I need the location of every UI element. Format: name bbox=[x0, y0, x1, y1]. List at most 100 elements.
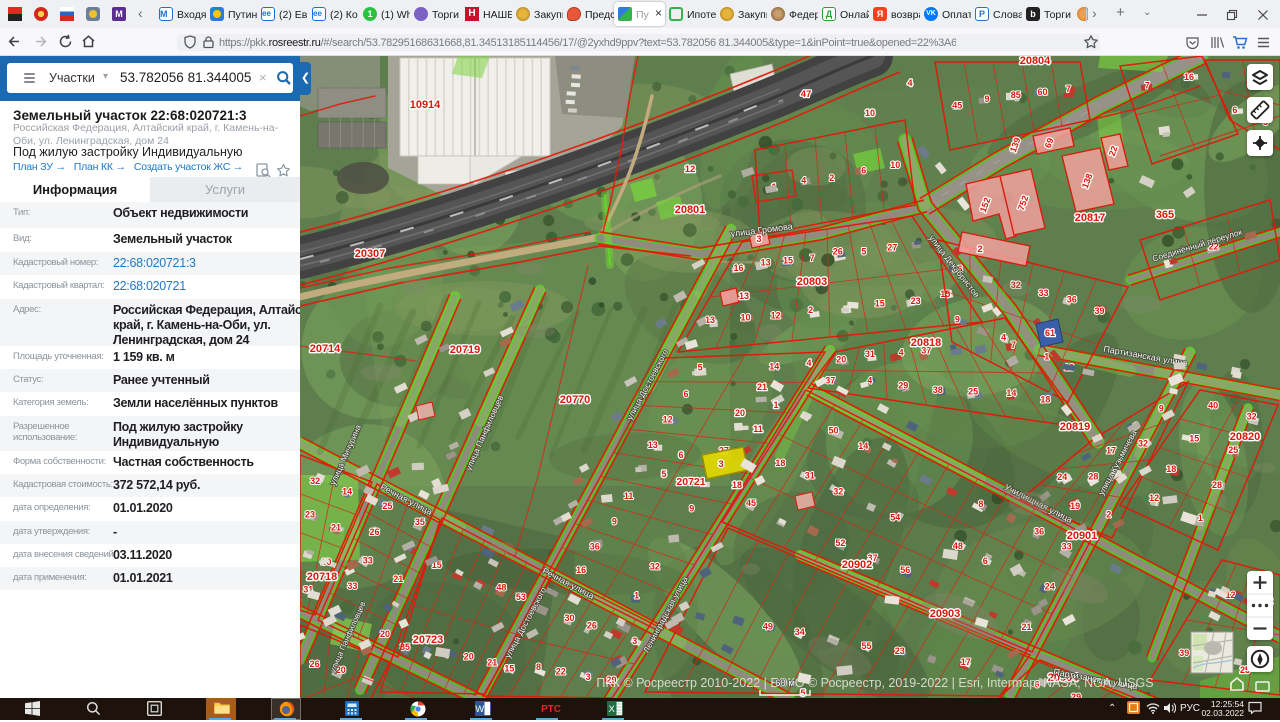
svg-text:36: 36 bbox=[590, 541, 600, 551]
svg-text:28: 28 bbox=[1088, 472, 1098, 482]
svg-text:20804: 20804 bbox=[1020, 56, 1051, 67]
svg-text:24: 24 bbox=[1057, 472, 1067, 482]
svg-text:13: 13 bbox=[648, 440, 658, 450]
svg-text:20307: 20307 bbox=[355, 248, 386, 260]
svg-text:365: 365 bbox=[1156, 209, 1174, 221]
svg-text:25: 25 bbox=[968, 387, 978, 397]
svg-text:11: 11 bbox=[753, 424, 763, 434]
svg-text:10: 10 bbox=[890, 160, 900, 170]
svg-text:5: 5 bbox=[800, 688, 805, 698]
svg-text:14: 14 bbox=[858, 441, 868, 451]
svg-text:4: 4 bbox=[907, 78, 912, 88]
svg-text:15: 15 bbox=[783, 256, 793, 266]
svg-text:25: 25 bbox=[1228, 445, 1238, 455]
svg-text:16: 16 bbox=[1184, 72, 1194, 82]
svg-text:23: 23 bbox=[911, 296, 921, 306]
svg-text:13: 13 bbox=[761, 258, 771, 268]
svg-text:13: 13 bbox=[739, 291, 749, 301]
svg-text:3: 3 bbox=[632, 636, 637, 646]
svg-text:21: 21 bbox=[1021, 622, 1031, 632]
svg-text:33: 33 bbox=[363, 556, 373, 566]
svg-text:18: 18 bbox=[732, 480, 742, 490]
svg-text:32: 32 bbox=[1138, 439, 1148, 449]
svg-text:20719: 20719 bbox=[450, 344, 481, 356]
svg-text:9: 9 bbox=[955, 314, 960, 324]
svg-text:20817: 20817 bbox=[1075, 212, 1106, 224]
svg-text:2: 2 bbox=[1106, 510, 1111, 520]
svg-text:20903: 20903 bbox=[930, 608, 961, 620]
svg-text:28: 28 bbox=[1212, 480, 1222, 490]
svg-text:X: X bbox=[609, 704, 616, 715]
svg-text:20: 20 bbox=[735, 408, 745, 418]
svg-text:26: 26 bbox=[587, 621, 597, 631]
svg-text:3: 3 bbox=[586, 672, 591, 682]
svg-text:85: 85 bbox=[1011, 90, 1021, 100]
svg-text:39: 39 bbox=[1179, 648, 1189, 658]
svg-text:9: 9 bbox=[612, 517, 617, 527]
svg-text:32: 32 bbox=[650, 562, 660, 572]
svg-text:6: 6 bbox=[983, 556, 988, 566]
svg-text:15: 15 bbox=[1189, 434, 1199, 444]
svg-text:21: 21 bbox=[331, 522, 341, 532]
svg-text:20902: 20902 bbox=[842, 559, 873, 571]
svg-text:6: 6 bbox=[1232, 105, 1237, 115]
svg-text:55: 55 bbox=[861, 641, 871, 651]
svg-text:13: 13 bbox=[705, 315, 715, 325]
svg-text:7: 7 bbox=[810, 253, 815, 263]
svg-text:7: 7 bbox=[1145, 81, 1150, 91]
svg-text:20801: 20801 bbox=[675, 204, 706, 216]
svg-text:47: 47 bbox=[801, 89, 812, 100]
svg-text:38: 38 bbox=[933, 385, 943, 395]
svg-text:15: 15 bbox=[875, 298, 885, 308]
svg-text:45: 45 bbox=[952, 100, 962, 110]
svg-text:6: 6 bbox=[678, 450, 683, 460]
svg-text:20819: 20819 bbox=[1060, 421, 1091, 433]
svg-text:W: W bbox=[475, 704, 484, 715]
svg-text:15: 15 bbox=[504, 664, 514, 674]
svg-text:8: 8 bbox=[978, 499, 983, 509]
svg-text:14: 14 bbox=[769, 361, 779, 371]
svg-text:8: 8 bbox=[536, 662, 541, 672]
svg-text:12: 12 bbox=[663, 415, 673, 425]
svg-text:12: 12 bbox=[1149, 493, 1159, 503]
svg-text:2: 2 bbox=[829, 173, 834, 183]
svg-text:11: 11 bbox=[624, 491, 634, 501]
svg-text:23: 23 bbox=[895, 646, 905, 656]
svg-text:20820: 20820 bbox=[1230, 431, 1261, 443]
svg-text:20901: 20901 bbox=[1067, 530, 1098, 542]
svg-text:33: 33 bbox=[347, 581, 357, 591]
svg-text:18: 18 bbox=[1040, 395, 1050, 405]
svg-text:ПКК © Росреестр 2010-2022 | ЕЭ: ПКК © Росреестр 2010-2022 | ЕЭКО © Росре… bbox=[596, 676, 1153, 690]
svg-text:1: 1 bbox=[773, 400, 778, 410]
svg-text:32: 32 bbox=[310, 476, 320, 486]
svg-text:4: 4 bbox=[867, 376, 872, 386]
svg-text:21: 21 bbox=[757, 382, 767, 392]
svg-text:10914: 10914 bbox=[410, 99, 441, 111]
svg-text:33: 33 bbox=[1038, 288, 1048, 298]
svg-text:9: 9 bbox=[689, 504, 694, 514]
svg-text:3: 3 bbox=[718, 459, 723, 470]
svg-text:18: 18 bbox=[775, 458, 785, 468]
svg-text:20723: 20723 bbox=[413, 634, 444, 646]
svg-text:53: 53 bbox=[516, 592, 526, 602]
svg-text:26: 26 bbox=[369, 527, 379, 537]
svg-text:12: 12 bbox=[771, 311, 781, 321]
svg-text:26: 26 bbox=[833, 247, 843, 257]
svg-text:14: 14 bbox=[342, 487, 352, 497]
svg-text:20: 20 bbox=[836, 354, 846, 364]
svg-text:9: 9 bbox=[984, 94, 989, 104]
svg-text:45: 45 bbox=[746, 498, 756, 508]
svg-text:20721: 20721 bbox=[676, 476, 705, 488]
svg-text:20770: 20770 bbox=[560, 394, 591, 406]
svg-text:1: 1 bbox=[1198, 513, 1203, 523]
svg-text:52: 52 bbox=[835, 538, 845, 548]
svg-text:17: 17 bbox=[961, 657, 971, 667]
svg-text:60: 60 bbox=[1037, 87, 1047, 97]
svg-text:1: 1 bbox=[1044, 352, 1049, 362]
svg-text:18: 18 bbox=[1166, 464, 1176, 474]
svg-text:7: 7 bbox=[1011, 340, 1016, 350]
svg-text:48: 48 bbox=[496, 582, 506, 592]
svg-text:32: 32 bbox=[833, 487, 843, 497]
svg-text:10: 10 bbox=[740, 312, 750, 322]
svg-text:36: 36 bbox=[1067, 294, 1077, 304]
